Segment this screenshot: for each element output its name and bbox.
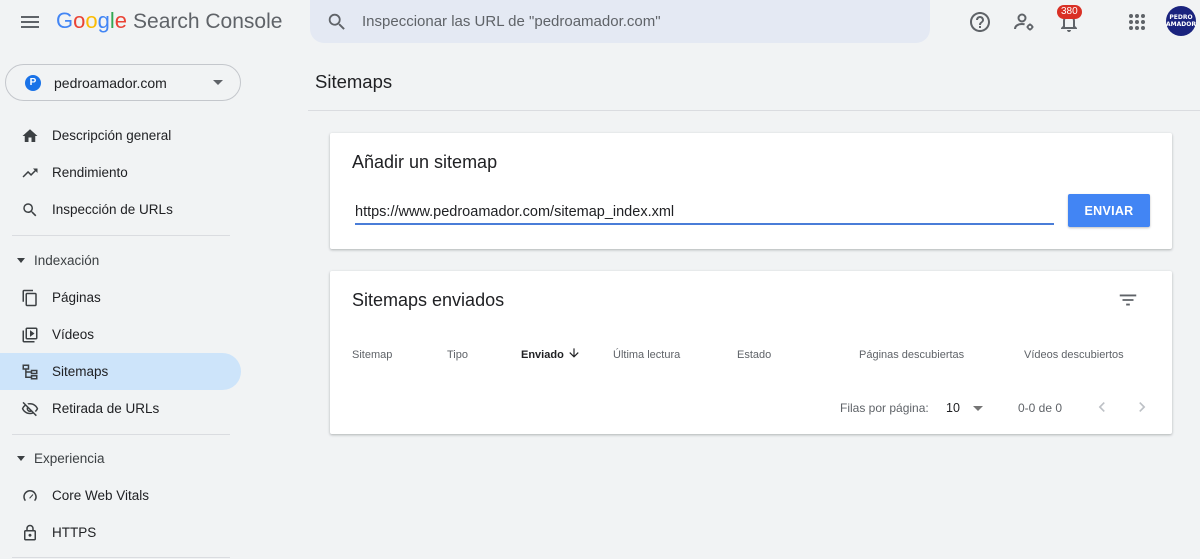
eye-off-icon [21,401,39,416]
column-header-videos-discovered[interactable]: Vídeos descubiertos [1024,349,1124,361]
caret-down-icon [973,406,983,411]
filter-icon[interactable] [1117,289,1139,311]
column-header-submitted[interactable]: Enviado [521,349,564,361]
sidebar-item-label: Descripción general [52,128,172,143]
rows-per-page-select[interactable]: 10 [942,397,990,417]
sidebar-item-overview[interactable]: Descripción general [0,117,241,154]
column-header-status[interactable]: Estado [737,349,771,361]
caret-down-icon [17,455,25,461]
trending-up-icon [22,168,38,177]
google-letter: G [56,8,74,33]
search-input[interactable] [362,13,902,30]
search-console-logo[interactable]: Google Search Console [56,8,282,34]
page-title: Sitemaps [315,71,393,92]
pagination-range: 0-0 de 0 [1018,401,1063,415]
column-header-type[interactable]: Tipo [447,349,468,361]
sidebar-item-label: Core Web Vitals [52,488,150,503]
sidebar-item-label: Sitemaps [52,364,109,379]
sidebar-divider [12,235,230,236]
sidebar-divider [12,434,230,435]
sidebar-item-sitemaps[interactable]: Sitemaps [0,353,241,390]
sidebar-divider [12,557,230,558]
rows-per-page-label: Filas por página: [840,401,929,415]
property-icon: P [25,74,41,91]
chevron-down-icon [213,80,223,85]
property-selector[interactable]: P pedroamador.com [5,64,241,101]
sitemap-icon [22,364,38,379]
google-letter: o [73,8,86,33]
hamburger-menu-icon[interactable] [18,10,42,34]
arrow-down-icon[interactable] [567,346,581,360]
sidebar-item-label: Páginas [52,290,101,305]
sitemap-url-input[interactable] [355,201,1054,225]
caret-down-icon [17,257,25,263]
sidebar-item-label: Inspección de URLs [52,202,173,217]
google-letter: g [97,8,110,33]
sidebar-item-pages[interactable]: Páginas [0,279,241,316]
chevron-left-icon[interactable] [1092,397,1112,417]
lock-icon [24,524,36,540]
sidebar-item-url-inspection[interactable]: Inspección de URLs [0,191,241,228]
sidebar-item-label: HTTPS [52,525,97,540]
gauge-icon [23,489,37,501]
home-icon [22,128,38,142]
pages-icon [22,289,37,306]
user-settings-icon[interactable] [1012,10,1036,34]
title-divider [308,110,1200,111]
avatar-text: PEDRO AMADOR [1166,14,1196,28]
video-icon [22,327,38,342]
column-header-last-read[interactable]: Última lectura [613,349,680,361]
help-icon[interactable] [968,10,992,34]
section-indexing[interactable]: Indexación [0,246,241,274]
url-inspection-search[interactable] [310,0,930,43]
sidebar-item-label: Retirada de URLs [52,401,160,416]
google-letter: e [114,8,128,33]
sidebar-item-performance[interactable]: Rendimiento [0,154,241,191]
sidebar-item-videos[interactable]: Vídeos [0,316,241,353]
chevron-right-icon[interactable] [1132,397,1152,417]
search-icon [23,202,37,216]
sidebar-item-url-removals[interactable]: Retirada de URLs [0,390,241,427]
property-label: pedroamador.com [54,74,167,91]
rows-per-page-value: 10 [946,401,960,415]
apps-grid-icon[interactable] [1125,10,1149,34]
add-sitemap-card: Añadir un sitemap ENVIAR [330,133,1172,249]
sidebar-item-core-web-vitals[interactable]: Core Web Vitals [0,477,241,514]
sidebar-item-label: Rendimiento [52,165,128,180]
card-title: Añadir un sitemap [352,152,498,172]
submitted-sitemaps-card: Sitemaps enviados Sitemap Tipo Enviado Ú… [330,271,1172,434]
section-experience[interactable]: Experiencia [0,444,241,472]
product-name: Search Console [133,10,283,33]
submit-button[interactable]: ENVIAR [1068,194,1150,227]
account-avatar[interactable]: PEDRO AMADOR [1166,6,1196,36]
top-app-bar: Google Search Console 380 PEDRO AMADOR [0,0,1200,44]
section-label: Experiencia [34,450,105,466]
search-icon[interactable] [326,11,348,33]
sidebar-item-label: Vídeos [52,327,95,342]
column-header-pages-discovered[interactable]: Páginas descubiertas [859,349,964,361]
section-label: Indexación [34,252,100,268]
notification-count-badge: 380 [1057,5,1082,19]
google-wordmark: Google [56,8,127,34]
column-header-sitemap[interactable]: Sitemap [352,349,392,361]
card-title: Sitemaps enviados [352,290,505,310]
sidebar-item-https[interactable]: HTTPS [0,514,241,551]
google-letter: o [85,8,98,33]
